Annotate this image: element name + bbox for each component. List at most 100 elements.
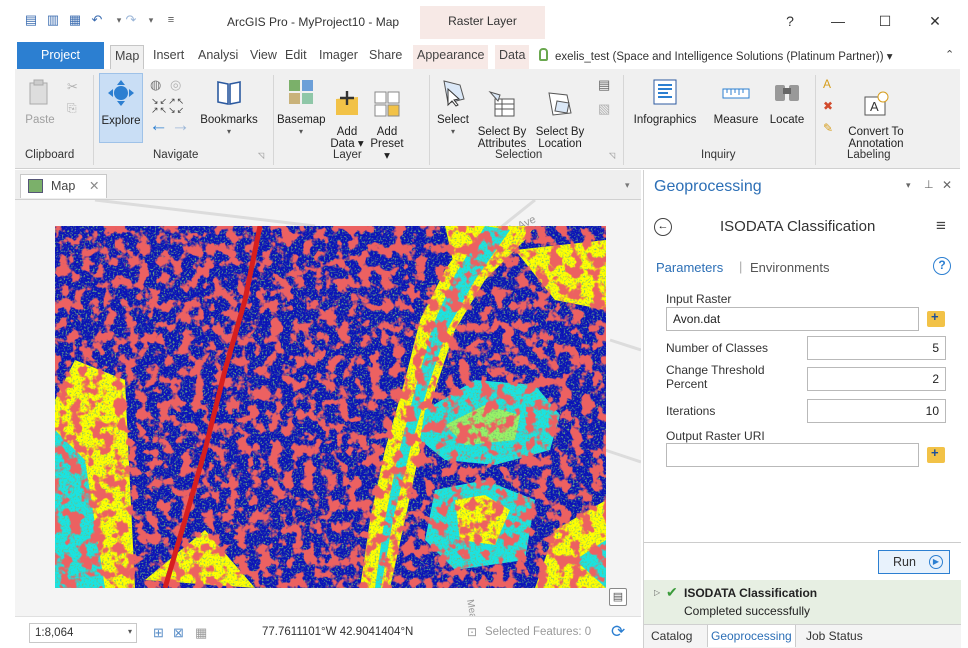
output-raster-field[interactable] — [666, 443, 919, 467]
basemap-button[interactable]: Basemap ▾ — [277, 77, 326, 138]
success-check-icon: ✔ — [666, 584, 678, 600]
full-extent-icon[interactable]: ◍ — [150, 77, 161, 93]
run-button[interactable]: Run ▶ — [878, 550, 950, 574]
attributes-icon[interactable]: ▤ — [598, 77, 610, 93]
tab-parameters[interactable]: Parameters — [656, 260, 723, 275]
measure-icon — [722, 88, 750, 99]
label-icon[interactable]: A — [823, 77, 831, 91]
pane-title: Geoprocessing — [654, 178, 762, 195]
save-project-icon[interactable]: ▦ — [67, 12, 83, 28]
locate-button[interactable]: Locate — [765, 77, 809, 126]
help-button[interactable]: ? — [775, 11, 805, 31]
grid-display-icon[interactable]: ⊠ — [173, 625, 184, 641]
map-view-icon — [28, 179, 43, 193]
refresh-icon[interactable]: ⟳ — [611, 622, 625, 642]
input-raster-field[interactable]: Avon.dat — [666, 307, 919, 331]
selection-launcher-icon[interactable]: ◹ — [609, 151, 615, 160]
road-label-meadow: Meadow — [464, 599, 482, 616]
tab-geoprocessing[interactable]: Geoprocessing — [707, 625, 796, 647]
result-status: Completed successfully — [684, 604, 811, 618]
locate-icon — [775, 85, 799, 101]
select-button[interactable]: Select ▾ — [435, 77, 471, 138]
undo-icon[interactable]: ↶ — [89, 12, 105, 28]
tab-map-view[interactable]: Map ✕ — [20, 174, 107, 198]
tab-job-status[interactable]: Job Status — [806, 629, 863, 643]
tab-edit[interactable]: Edit — [281, 45, 311, 69]
remove-label-icon[interactable]: ✖ — [823, 99, 833, 113]
tab-share[interactable]: Share — [365, 45, 406, 69]
tab-project[interactable]: Project — [17, 42, 104, 69]
run-icon: ▶ — [929, 555, 943, 569]
measure-button[interactable]: Measure — [709, 77, 763, 126]
selected-features-icon: ⊡ — [467, 625, 478, 639]
map-canvas[interactable]: North Ave Meadow — [15, 200, 641, 616]
paste-button[interactable]: Paste — [23, 77, 57, 126]
basemap-icon — [289, 80, 313, 104]
ribbon: Paste ✂ ⎘ Explore ◍ ◎ ↘↙↗↖ ↗↖↘↙ ← → Bookm… — [15, 69, 960, 169]
tab-view[interactable]: View — [246, 45, 281, 69]
tab-appearance[interactable]: Appearance — [413, 45, 489, 69]
maximize-button[interactable]: ☐ — [870, 11, 900, 31]
customize-toolbar-icon[interactable]: ≡ — [163, 12, 179, 28]
redo-dropdown-icon[interactable]: ▾ — [143, 12, 159, 28]
map-tools-icon[interactable]: ⊞ — [153, 625, 164, 641]
navigate-launcher-icon[interactable]: ◹ — [258, 151, 264, 160]
group-label-layer: Layer — [333, 149, 362, 161]
change-threshold-field[interactable]: 2 — [807, 367, 946, 391]
label-style-icon[interactable]: ✎ — [823, 121, 833, 135]
tab-map[interactable]: Map — [110, 45, 145, 70]
scale-selector[interactable]: 1:8,064 ▾ — [29, 623, 137, 643]
clear-selection-icon[interactable]: ▧ — [598, 101, 610, 117]
group-label-clipboard: Clipboard — [25, 149, 75, 161]
map-pane: Map ✕ ▾ North Ave Meadow — [15, 170, 641, 648]
infographics-button[interactable]: Infographics — [629, 77, 701, 126]
fixed-zoom-icon[interactable]: ◎ — [170, 77, 181, 93]
add-preset-button[interactable]: Add Preset ▾ — [367, 77, 407, 174]
close-button[interactable]: ✕ — [920, 11, 950, 31]
geoprocessing-pane: Geoprocessing ▾ ⊥ ✕ ← ISODATA Classifica… — [643, 170, 961, 648]
result-message[interactable]: ▷ ✔ ISODATA Classification Completed suc… — [644, 580, 961, 624]
expand-result-icon[interactable]: ▷ — [654, 588, 660, 597]
map-status-bar: 1:8,064 ▾ ⊞ ⊠ ▦ 77.7611101°W 42.9041404°… — [15, 616, 641, 648]
redo-icon[interactable]: ↷ — [123, 12, 139, 28]
next-extent-icon[interactable]: → — [171, 115, 190, 137]
new-project-icon[interactable]: ▤ — [23, 12, 39, 28]
tool-menu-icon[interactable]: ≡ — [936, 216, 946, 236]
close-pane-icon[interactable]: ✕ — [942, 178, 952, 192]
title-bar: ▤ ▥ ▦ ↶ ▾ ↷ ▾ ≡ ArcGIS Pro - MyProject10… — [15, 3, 960, 39]
tab-catalog[interactable]: Catalog — [651, 629, 692, 643]
collapse-ribbon-icon[interactable]: ⌃ — [945, 48, 954, 61]
iterations-field[interactable]: 10 — [807, 399, 946, 423]
map-tab-menu-icon[interactable]: ▾ — [625, 180, 630, 191]
browse-input-icon[interactable] — [927, 309, 945, 327]
fixed-zoom-in-icon[interactable]: ↘↙↗↖ ↗↖↘↙ — [151, 97, 185, 115]
group-label-labeling: Labeling — [847, 149, 891, 161]
selected-features-count: Selected Features: 0 — [485, 626, 592, 638]
help-icon[interactable]: ? — [933, 257, 951, 275]
open-project-icon[interactable]: ▥ — [45, 12, 61, 28]
user-account-icon — [539, 48, 548, 61]
raster-layer-context-label: Raster Layer — [420, 6, 545, 39]
previous-extent-icon[interactable]: ← — [149, 115, 168, 137]
tab-data[interactable]: Data — [495, 45, 530, 69]
copy-icon[interactable]: ⎘ — [67, 101, 77, 116]
number-of-classes-field[interactable]: 5 — [807, 336, 946, 360]
auto-hide-icon[interactable]: ⊥ — [924, 178, 934, 191]
snapping-icon[interactable]: ▦ — [195, 625, 207, 641]
tab-insert[interactable]: Insert — [149, 45, 188, 69]
tab-analysis[interactable]: Analysi — [194, 45, 242, 69]
tab-environments[interactable]: Environments — [750, 260, 829, 275]
minimize-button[interactable]: — — [823, 11, 853, 31]
signed-in-user[interactable]: exelis_test (Space and Intelligence Solu… — [555, 49, 893, 63]
pane-options-icon[interactable]: ▾ — [906, 180, 911, 191]
back-icon[interactable]: ← — [654, 218, 672, 236]
scale-dropdown-icon: ▾ — [127, 627, 132, 636]
close-map-tab-icon[interactable]: ✕ — [89, 175, 99, 197]
explore-button[interactable]: Explore — [99, 73, 143, 143]
cut-icon[interactable]: ✂ — [67, 79, 78, 95]
tab-imagery[interactable]: Imager — [315, 45, 362, 69]
map-overview-icon[interactable]: ▤ — [609, 588, 627, 606]
input-raster-label: Input Raster — [666, 292, 732, 306]
browse-output-icon[interactable] — [927, 445, 945, 463]
bookmarks-button[interactable]: Bookmarks ▾ — [197, 77, 261, 138]
